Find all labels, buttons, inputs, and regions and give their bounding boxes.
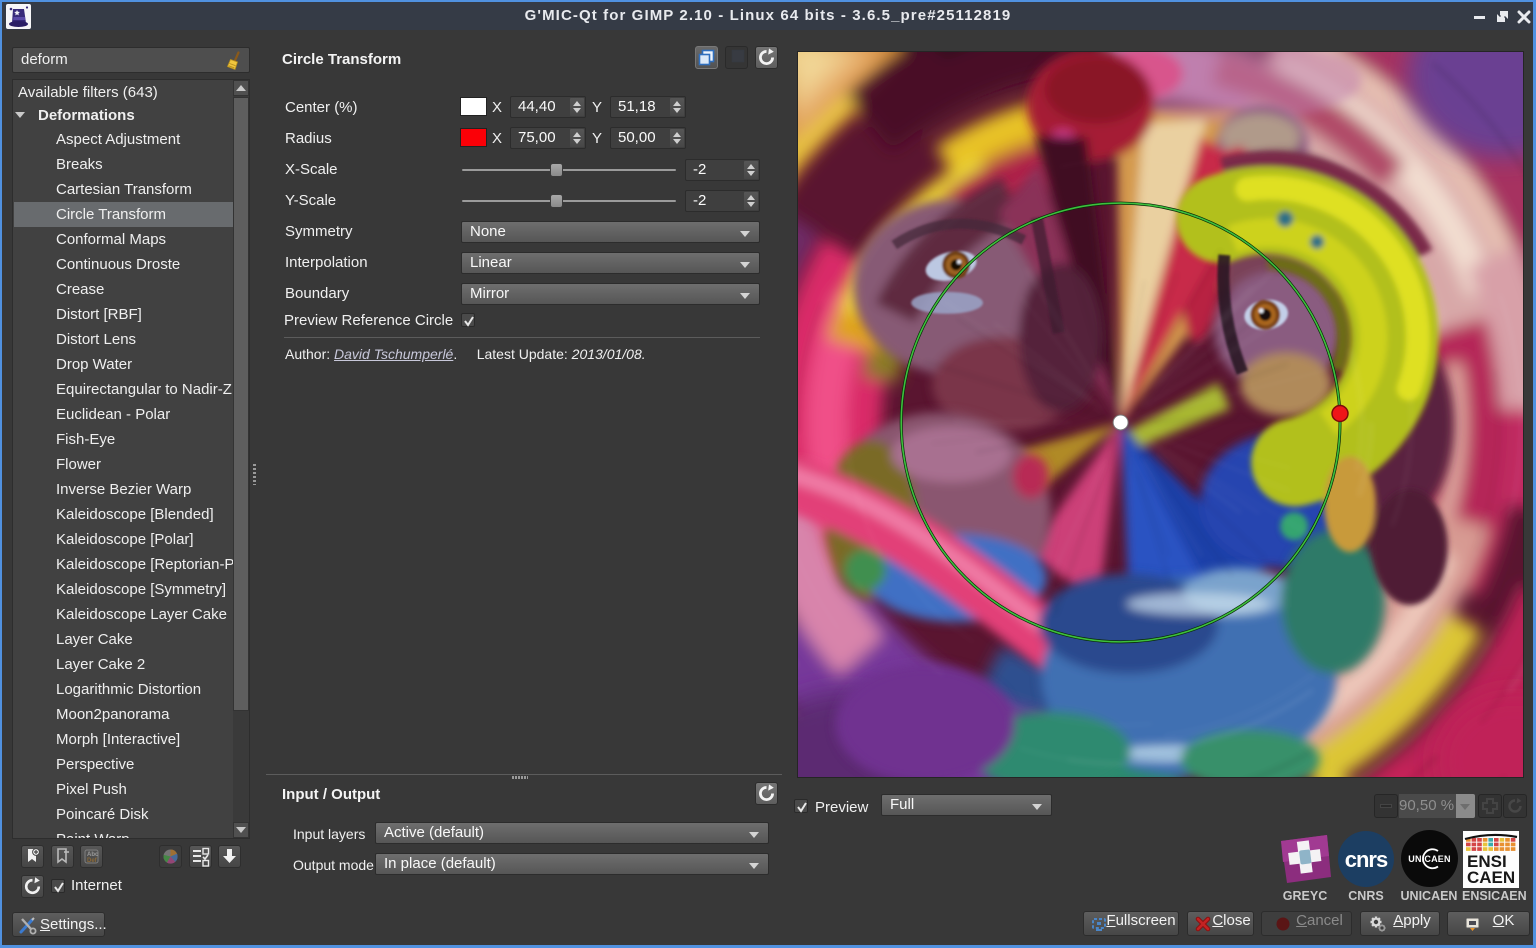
svg-text:UNICAEN: UNICAEN (1408, 854, 1450, 864)
svg-text:CAEN: CAEN (1467, 868, 1515, 887)
svg-text:Def: Def (87, 858, 98, 864)
